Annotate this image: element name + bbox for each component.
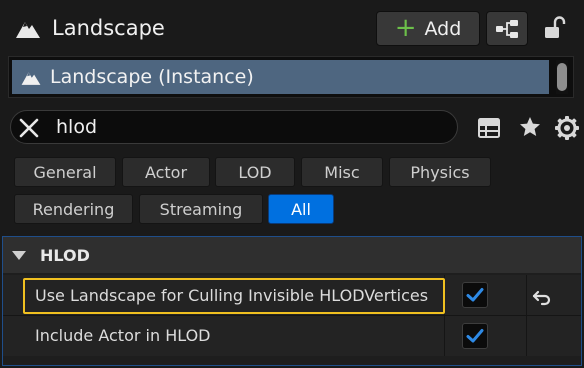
instance-label: Landscape (Instance) (50, 66, 254, 88)
section-header-hlod[interactable]: HLOD (3, 237, 581, 273)
gear-icon[interactable] (554, 115, 580, 141)
add-button-label: Add (424, 17, 462, 40)
search-text[interactable]: hlod (56, 112, 97, 142)
plus-icon: + (394, 12, 417, 43)
star-icon[interactable] (518, 115, 542, 139)
panel-title: Landscape (52, 16, 165, 40)
category-tab-lod[interactable]: LOD (215, 157, 295, 187)
section-title: HLOD (40, 245, 90, 265)
include-actor-hlod-checkbox[interactable] (462, 323, 488, 349)
instance-list-item[interactable]: Landscape (Instance) (12, 60, 549, 94)
category-tab-general[interactable]: General (14, 157, 116, 187)
table-icon[interactable] (477, 116, 501, 140)
checkmark-icon (466, 329, 484, 343)
column-divider (526, 316, 527, 356)
category-tab-actor[interactable]: Actor (122, 157, 210, 187)
blueprint-button[interactable] (486, 11, 528, 46)
category-tab-rendering[interactable]: Rendering (14, 194, 133, 224)
property-label-include-actor-hlod: Include Actor in HLOD (35, 326, 211, 345)
column-divider (444, 316, 445, 356)
category-tab-streaming[interactable]: Streaming (139, 194, 263, 224)
scrollbar-thumb[interactable] (557, 63, 567, 91)
highlight-box (23, 278, 445, 314)
lock-icon[interactable] (542, 15, 568, 41)
blueprint-icon (496, 19, 518, 38)
reset-arrow-icon[interactable] (531, 286, 553, 308)
category-tab-misc[interactable]: Misc (301, 157, 383, 187)
category-tab-all[interactable]: All (268, 194, 334, 224)
landscape-icon (16, 22, 40, 38)
use-landscape-culling-checkbox[interactable] (462, 282, 488, 308)
add-component-button[interactable]: + Add (376, 11, 480, 46)
collapse-caret-icon[interactable] (12, 250, 26, 260)
clear-icon[interactable] (18, 117, 40, 139)
category-tab-physics[interactable]: Physics (389, 157, 491, 187)
checkmark-icon (466, 288, 484, 302)
landscape-icon (21, 72, 41, 85)
